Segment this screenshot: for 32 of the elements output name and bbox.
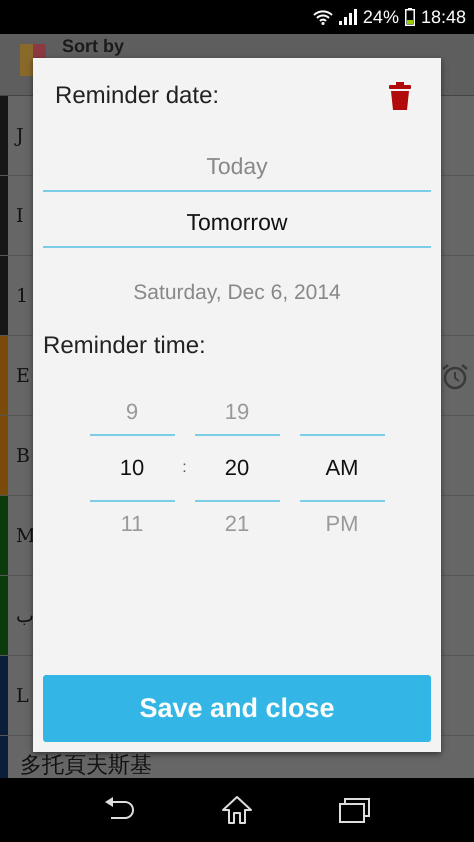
list-item-text[interactable]: 多托頁夫斯基 [18, 753, 154, 778]
clock: 18:48 [420, 6, 466, 28]
reminder-time-label: Reminder time: [43, 332, 206, 360]
list-item-text[interactable]: I [14, 202, 26, 230]
date-option[interactable]: Tomorrow [43, 198, 431, 246]
trash-icon[interactable] [389, 82, 411, 110]
battery-percent: 24% [362, 6, 399, 28]
battery-icon [404, 8, 415, 26]
list-item-text[interactable]: E [14, 362, 32, 390]
save-and-close-button[interactable]: Save and close [43, 675, 431, 742]
list-item-text[interactable]: L [14, 682, 31, 710]
picker-value[interactable]: 9 [90, 390, 174, 434]
reminder-date-label: Reminder date: [55, 82, 220, 110]
time-separator: : [181, 459, 188, 477]
date-option[interactable]: Today [43, 142, 431, 190]
list-item-text[interactable]: B [14, 442, 32, 470]
wifi-icon [312, 9, 333, 25]
picker-value[interactable]: 21 [194, 502, 280, 546]
picker-selected-value[interactable]: AM [300, 436, 384, 500]
home-icon[interactable] [221, 795, 253, 825]
date-text: Saturday, Dec 6, 2014 [132, 281, 342, 305]
signal-icon [338, 9, 357, 25]
picker-value[interactable]: PM [300, 502, 384, 546]
picker-selected-value[interactable]: 20 [194, 436, 280, 500]
list-item-text[interactable]: 1 [14, 282, 30, 310]
picker-value[interactable]: 11 [90, 502, 174, 546]
list-item-text[interactable]: ب [14, 602, 36, 630]
app-title: Sort by [62, 36, 124, 56]
picker-selected-value[interactable]: 10 [90, 436, 174, 500]
list-item-text[interactable]: J [14, 122, 26, 150]
recent-apps-icon[interactable] [339, 797, 371, 823]
picker-value[interactable]: 19 [194, 390, 280, 434]
